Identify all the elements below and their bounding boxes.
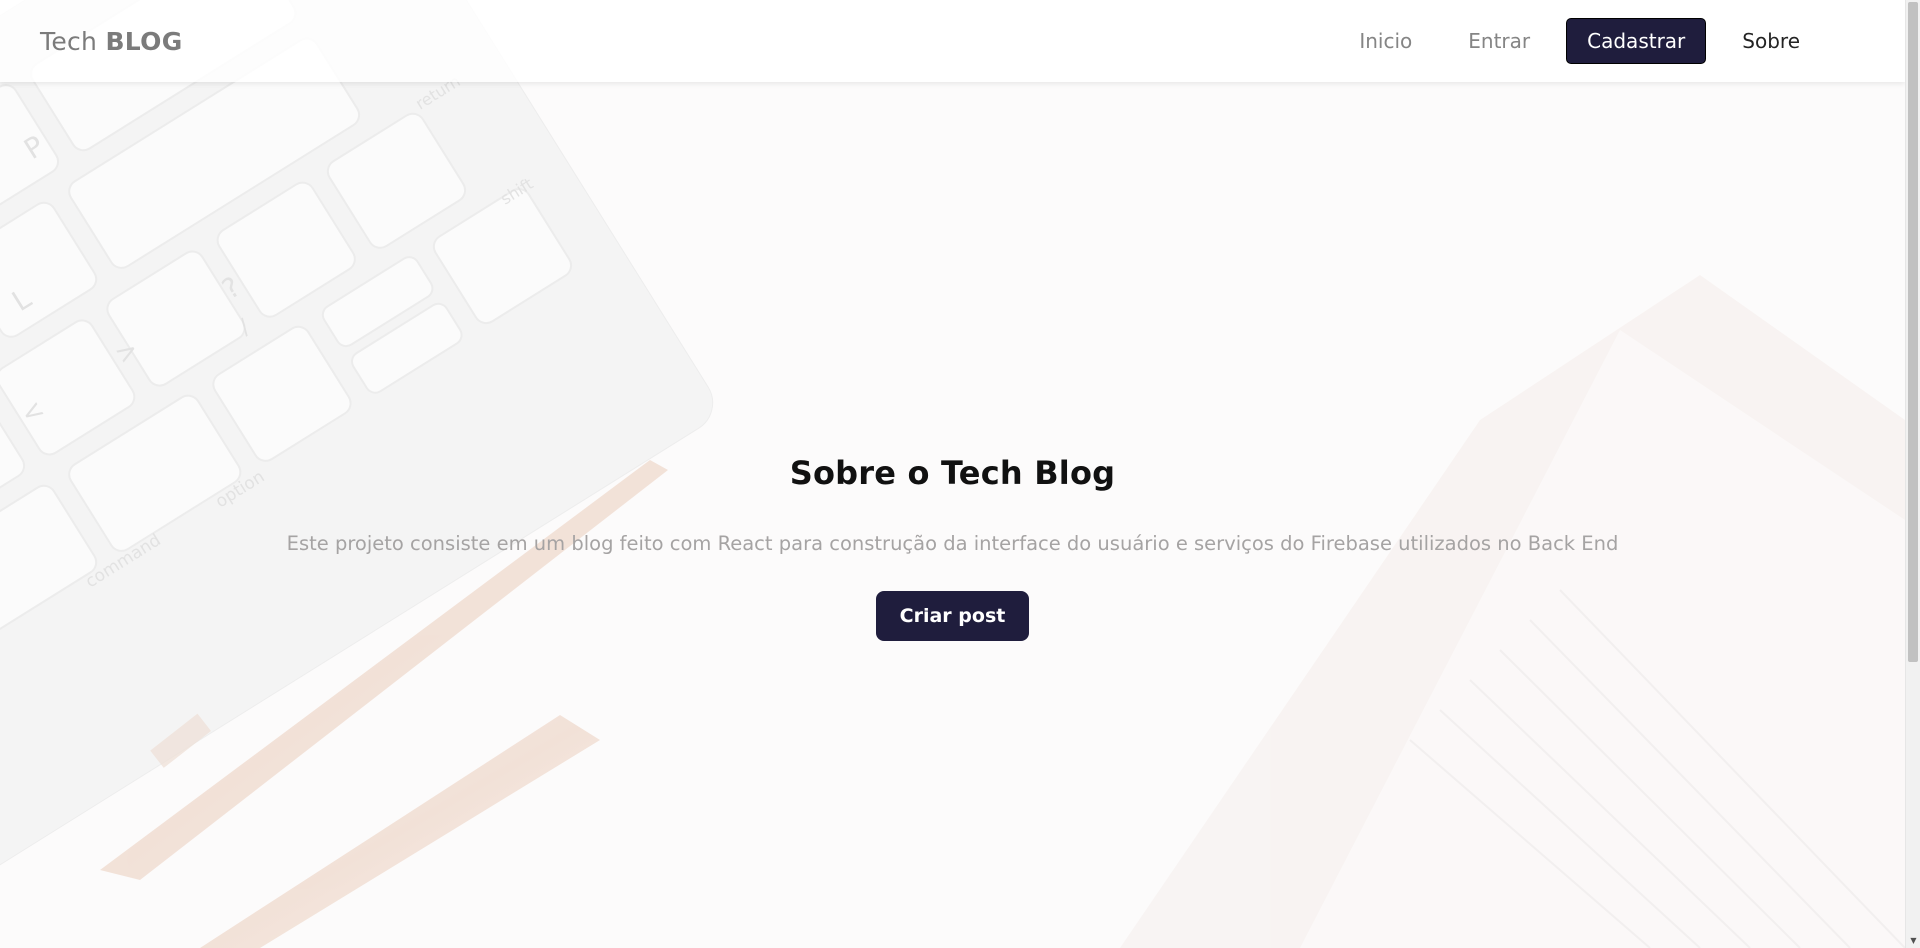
- page-description: Este projeto consiste em um blog feito c…: [286, 531, 1619, 555]
- about-section: Sobre o Tech Blog Este projeto consiste …: [0, 82, 1905, 948]
- brand-text-light: Tech: [40, 26, 106, 56]
- scrollbar-thumb[interactable]: [1908, 2, 1918, 662]
- create-post-button[interactable]: Criar post: [875, 590, 1030, 641]
- nav-link-cadastrar[interactable]: Cadastrar: [1566, 18, 1707, 64]
- nav-link-sobre[interactable]: Sobre: [1722, 19, 1820, 63]
- top-navbar: Tech BLOG Inicio Entrar Cadastrar Sobre: [0, 0, 1905, 82]
- nav-link-inicio[interactable]: Inicio: [1339, 19, 1432, 63]
- page-viewport: P L ? / > < option command shift return: [0, 0, 1905, 948]
- vertical-scrollbar[interactable]: ▼: [1905, 0, 1920, 948]
- page-title: Sobre o Tech Blog: [789, 453, 1116, 492]
- scroll-down-arrow-icon[interactable]: ▼: [1906, 934, 1920, 948]
- brand-text-bold: BLOG: [105, 26, 183, 56]
- nav-link-entrar[interactable]: Entrar: [1448, 19, 1550, 63]
- nav-links: Inicio Entrar Cadastrar Sobre: [1339, 18, 1820, 64]
- brand-logo[interactable]: Tech BLOG: [40, 27, 183, 56]
